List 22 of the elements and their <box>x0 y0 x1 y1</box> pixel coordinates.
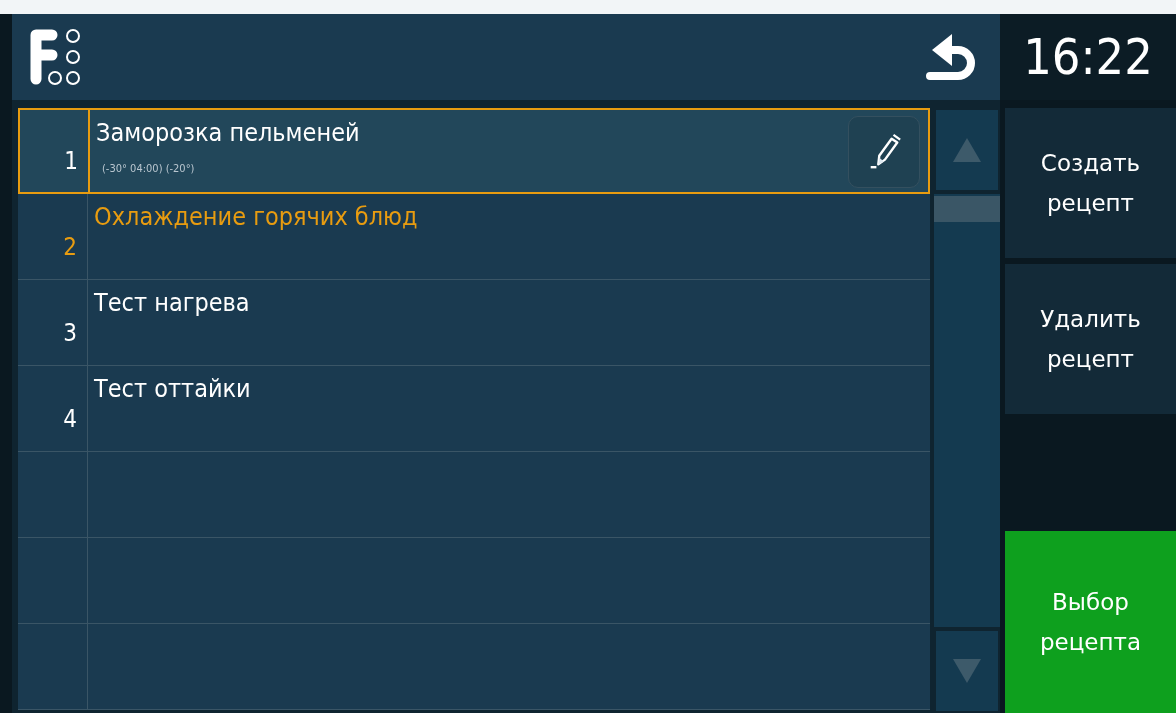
down-arrow-icon <box>953 659 981 683</box>
up-arrow-icon <box>953 138 981 162</box>
scrollbar-thumb[interactable] <box>934 196 1000 222</box>
row-number: 3 <box>18 280 88 365</box>
row-number: 4 <box>18 366 88 451</box>
recipe-details: (-30° 04:00) (-20°) <box>101 162 196 175</box>
recipe-row[interactable]: 1 Заморозка пельменей (-30° 04:00) (-20°) <box>18 108 930 194</box>
edit-button[interactable] <box>848 116 920 188</box>
recipe-name: Заморозка пельменей <box>96 118 361 148</box>
row-number: 2 <box>18 194 88 279</box>
recipe-name: Тест оттайки <box>94 374 252 404</box>
recipe-row[interactable]: 3 Тест нагрева <box>18 280 930 366</box>
clock: 16:22 <box>1000 14 1176 100</box>
row-number: 1 <box>20 110 90 192</box>
recipe-name: Тест нагрева <box>94 288 251 318</box>
scroll-down-button[interactable] <box>934 629 1000 713</box>
action-button[interactable]: Удалить рецепт <box>1005 264 1176 414</box>
action-button[interactable]: Создать рецепт <box>1005 108 1176 258</box>
scroll-up-button[interactable] <box>934 108 1000 192</box>
recipe-name: Охлаждение горячих блюд <box>94 202 419 232</box>
recipe-row[interactable]: 4 Тест оттайки <box>18 366 930 452</box>
recipe-row[interactable]: 2 Охлаждение горячих блюд <box>18 194 930 280</box>
